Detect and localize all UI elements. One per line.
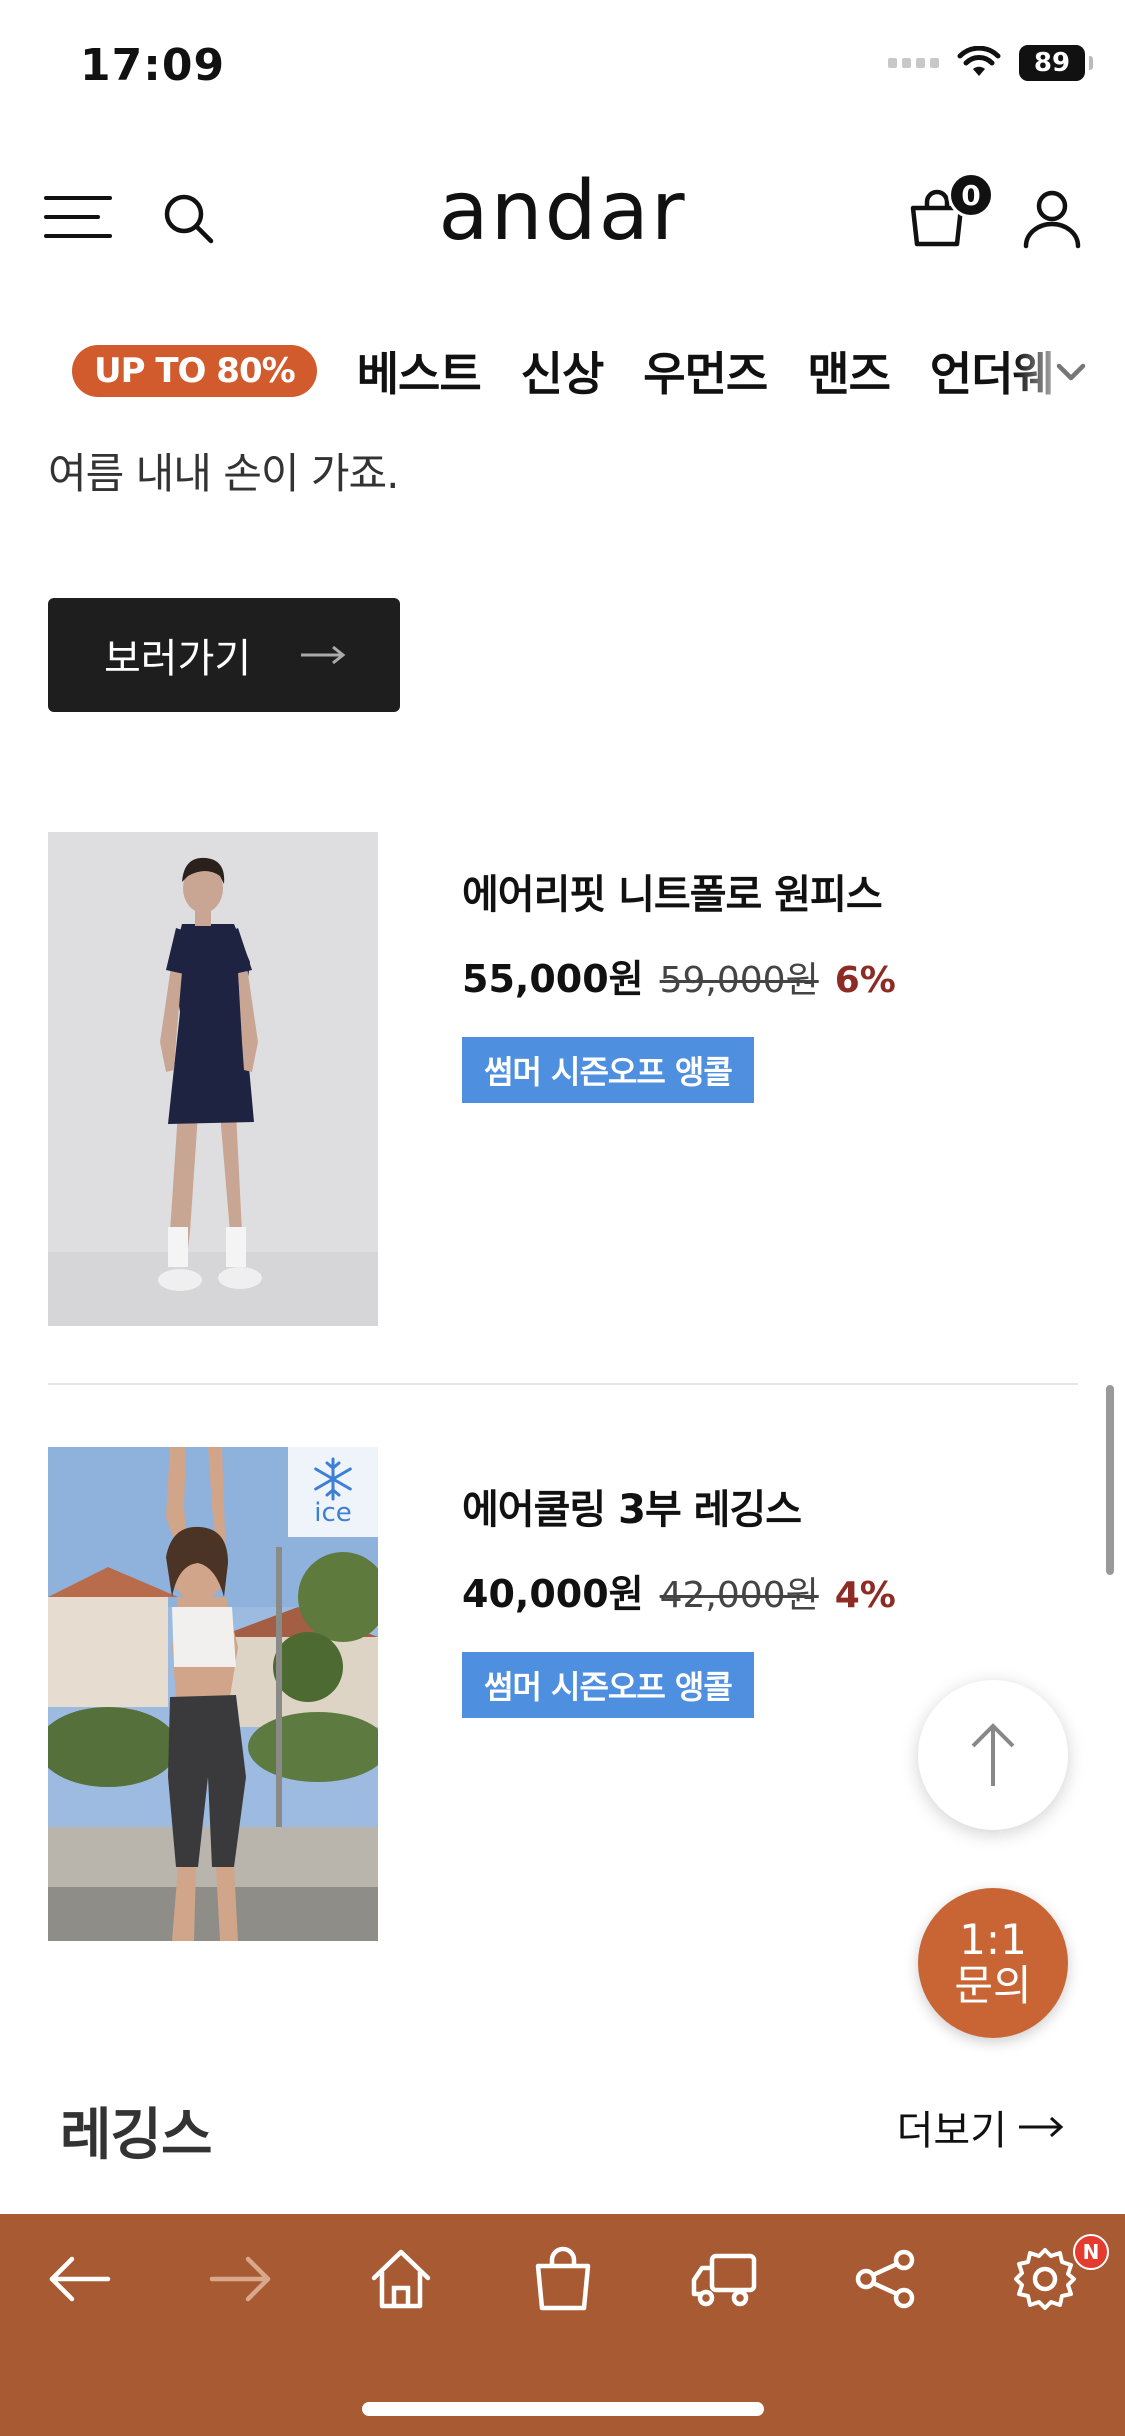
promo-badge: 썸머 시즌오프 앵콜 [462, 1652, 754, 1718]
product-photo-dress [48, 832, 378, 1326]
scrollbar[interactable] [1106, 1385, 1114, 1575]
product-card[interactable]: ice 에어쿨링 3부 레깅스 40,000원 42,000원 4% 썸머 시즌… [48, 1447, 1078, 1941]
arrow-up-icon [971, 1723, 1015, 1786]
settings-notification-badge: N [1073, 2234, 1109, 2270]
section-title: 레깅스 [60, 2103, 213, 2168]
nav-item-best[interactable]: 베스트 [357, 338, 482, 404]
price-row: 40,000원 42,000원 4% [462, 1563, 1062, 1618]
product-image[interactable] [48, 832, 378, 1326]
cart-count-badge: 0 [948, 172, 994, 218]
product-name[interactable]: 에어리핏 니트폴로 원피스 [462, 862, 1062, 920]
status-icons: 89 [888, 45, 1093, 81]
view-button-label: 보러가기 [104, 636, 252, 682]
back-arrow-icon[interactable] [44, 2244, 114, 2314]
signal-icon [888, 58, 939, 68]
ice-tag: ice [288, 1447, 378, 1537]
more-link[interactable]: 더보기 [897, 2098, 1065, 2156]
share-icon[interactable] [850, 2244, 920, 2314]
nav-item-new[interactable]: 신상 [521, 338, 605, 404]
delivery-icon[interactable] [690, 2244, 760, 2314]
product-image[interactable]: ice [48, 1447, 378, 1941]
wifi-icon [957, 46, 1001, 76]
settings-icon[interactable] [1010, 2244, 1080, 2314]
product-card[interactable]: 에어리핏 니트폴로 원피스 55,000원 59,000원 6% 썸머 시즌오프… [48, 832, 1078, 1326]
product-name[interactable]: 에어쿨링 3부 레깅스 [462, 1477, 1062, 1535]
product-discount: 6% [834, 960, 896, 1001]
chevron-down-icon[interactable] [1053, 354, 1089, 390]
banner-tagline: 여름 내내 손이 가죠. [48, 449, 400, 498]
product-price: 40,000원 [462, 1572, 644, 1616]
status-bar: 17:09 89 [0, 0, 1125, 140]
chat-button[interactable]: 1:1 문의 [918, 1888, 1068, 2038]
promo-badge: 썸머 시즌오프 앵콜 [462, 1037, 754, 1103]
nav-item-women[interactable]: 우먼즈 [643, 338, 768, 404]
price-row: 55,000원 59,000원 6% [462, 948, 1062, 1003]
ice-label: ice [314, 1498, 352, 1528]
bag-icon[interactable] [528, 2244, 598, 2314]
forward-arrow-icon[interactable] [206, 2244, 276, 2314]
product-discount: 4% [834, 1575, 896, 1616]
product-original-price: 42,000원 [659, 1575, 819, 1616]
product-info: 에어리핏 니트폴로 원피스 55,000원 59,000원 6% 썸머 시즌오프… [462, 862, 1062, 1103]
app-header: andar 0 [0, 150, 1125, 280]
product-original-price: 59,000원 [659, 960, 819, 1001]
scroll-to-top-button[interactable] [918, 1680, 1068, 1830]
more-link-label: 더보기 [896, 2108, 1007, 2154]
product-price: 55,000원 [462, 957, 644, 1001]
status-time: 17:09 [80, 40, 226, 91]
chat-label-line1: 1:1 [959, 1914, 1027, 1964]
snowflake-icon [314, 1457, 352, 1501]
battery-indicator: 89 [1019, 45, 1093, 81]
view-button[interactable]: 보러가기 [48, 598, 400, 712]
arrow-right-icon [301, 645, 346, 665]
category-nav: UP TO 80% 베스트 신상 우먼즈 맨즈 언더웨 [0, 330, 1125, 420]
arrow-right-icon [1019, 2116, 1064, 2138]
promo-pill[interactable]: UP TO 80% [72, 345, 317, 397]
chat-label-line2: 문의 [954, 1961, 1032, 2010]
home-icon[interactable] [366, 2244, 436, 2314]
user-icon[interactable] [1020, 186, 1084, 250]
divider [48, 1383, 1078, 1385]
home-indicator[interactable] [362, 2402, 764, 2416]
nav-item-men[interactable]: 맨즈 [807, 338, 891, 404]
